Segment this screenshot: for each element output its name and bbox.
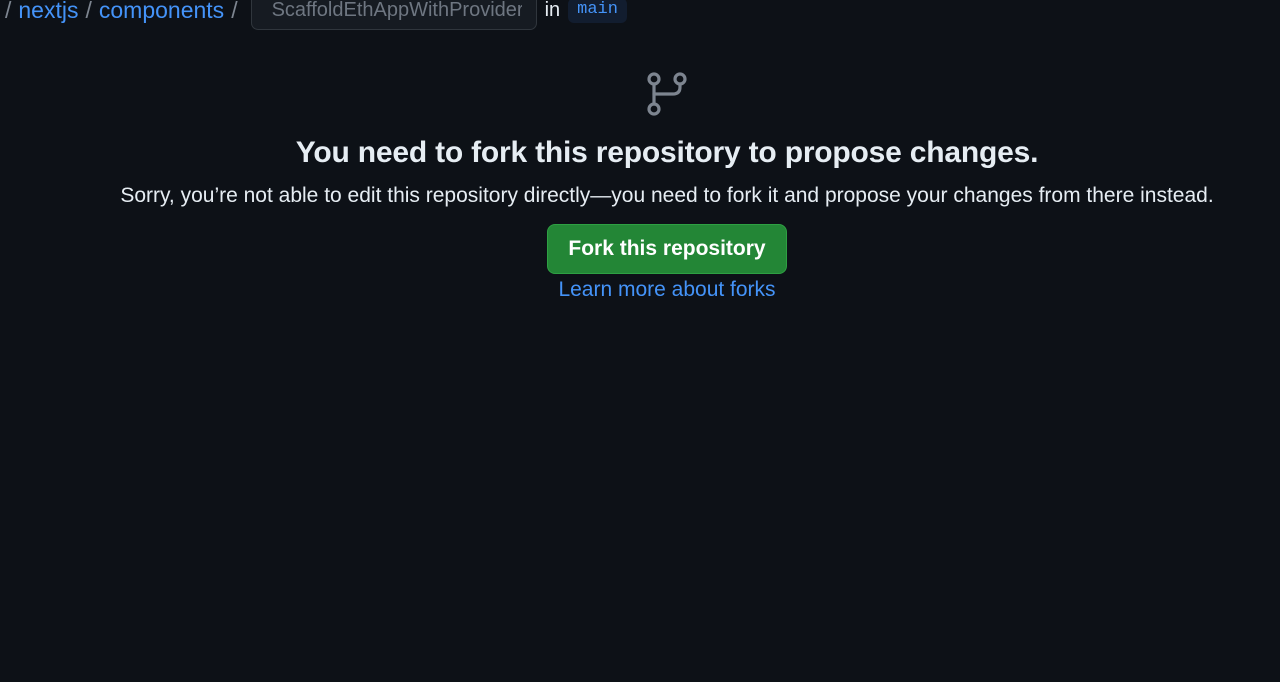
learn-more-forks-link[interactable]: Learn more about forks: [558, 278, 775, 302]
breadcrumb-link-nextjs[interactable]: nextjs: [18, 0, 78, 24]
breadcrumb-separator: /: [5, 0, 12, 23]
repo-forked-icon: [647, 72, 687, 116]
blankslate-description: Sorry, you’re not able to edit this repo…: [120, 184, 1214, 207]
breadcrumb: / nextjs / components / in main: [5, 0, 627, 32]
breadcrumb-link-components[interactable]: components: [99, 0, 224, 24]
fork-blankslate: You need to fork this repository to prop…: [0, 72, 1280, 302]
blankslate-heading: You need to fork this repository to prop…: [295, 136, 1039, 169]
fork-repository-button[interactable]: Fork this repository: [547, 224, 787, 274]
filename-input[interactable]: [250, 0, 537, 30]
breadcrumb-separator: /: [85, 0, 92, 23]
branch-name: main: [568, 0, 627, 23]
breadcrumb-separator: /: [231, 0, 238, 23]
in-label: in: [544, 0, 561, 21]
